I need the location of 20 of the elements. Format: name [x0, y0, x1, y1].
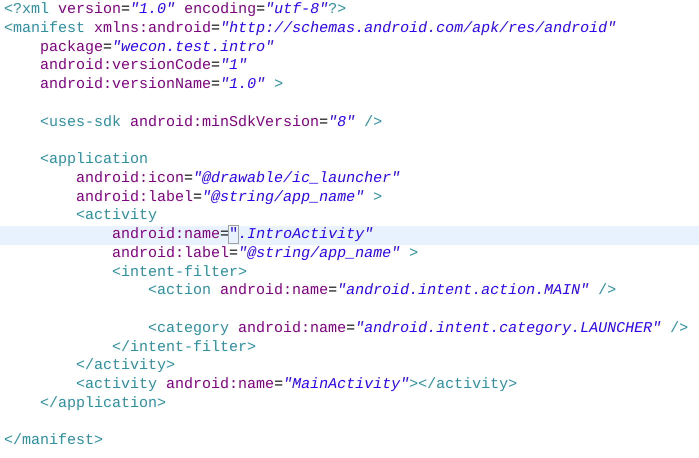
code-line: </intent-filter> — [111, 338, 256, 358]
code-line: android:label="@string/app_name" > — [111, 244, 418, 264]
code-line: android:icon="@drawable/ic_launcher" — [75, 170, 400, 188]
code-line: android:label="@string/app_name" > — [75, 188, 382, 208]
code-line: <manifest xmlns:android="http://schemas.android.com/apk/res/android" — [4, 20, 616, 38]
code-line: </manifest> — [4, 432, 104, 451]
code-line: <category android:name="android.intent.category.LAUNCHER" /> — [147, 320, 688, 338]
code-line: <application — [39, 151, 148, 170]
code-line: <activity — [75, 207, 158, 226]
code-line: android:versionName="1.0" > — [39, 76, 284, 95]
code-line: android:versionCode="1" — [39, 57, 248, 76]
code-line: <action android:name="android.intent.action.MAIN" /> — [147, 282, 616, 301]
code-line: </activity> — [75, 357, 176, 376]
code-line: <?xml version="1.0" encoding="utf-8"?> — [4, 1, 346, 20]
code-line: <intent-filter> — [111, 264, 248, 282]
code-line: <uses-sdk android:minSdkVersion="8" /> — [39, 114, 382, 132]
code-line: android:name=".IntroActivity" — [111, 226, 374, 245]
code-line: <activity android:name="MainActivity"></activity> — [75, 376, 518, 395]
code-line: </application> — [39, 394, 166, 414]
code-line: package="wecon.test.intro" — [39, 38, 274, 58]
